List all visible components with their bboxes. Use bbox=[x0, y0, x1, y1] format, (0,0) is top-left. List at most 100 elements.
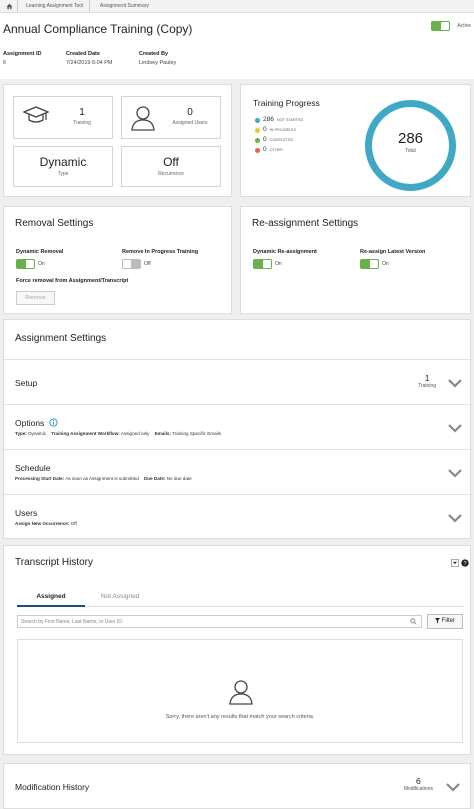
legend-dot bbox=[255, 137, 260, 143]
type-label: Type bbox=[57, 171, 69, 177]
schedule-summary: Processing Start Date: As soon as Assign… bbox=[15, 476, 192, 481]
reassignment-settings-card: Re-assignment Settings Dynamic Re-assign… bbox=[240, 206, 471, 314]
help-icon[interactable]: ? bbox=[461, 559, 469, 567]
legend-name: COMPLETED bbox=[269, 138, 294, 142]
training-progress-title: Training Progress bbox=[253, 98, 320, 108]
chevron-down-icon[interactable] bbox=[448, 423, 462, 433]
due-date-key: Due Date: bbox=[143, 476, 166, 481]
meta-key: Assignment ID bbox=[3, 51, 42, 57]
breadcrumb: Learning Assignment Tool Assignment Summ… bbox=[0, 0, 474, 13]
meta-key: Created Date bbox=[66, 51, 100, 57]
legend-name: NOT STARTED bbox=[276, 118, 304, 122]
breadcrumb-assignment-summary: Assignment Summary bbox=[100, 3, 149, 9]
meta-value: 7/24/2019 6:04 PM bbox=[66, 60, 113, 66]
modification-history-card[interactable]: Modification History 6 Modifications bbox=[3, 763, 471, 809]
dynamic-reassignment-label: Dynamic Re-assignment bbox=[253, 249, 317, 255]
removal-settings-card: Removal Settings Dynamic Removal On Remo… bbox=[3, 206, 232, 314]
assignment-settings-card: Assignment Settings Setup 1 Training Opt… bbox=[3, 319, 472, 539]
info-icon[interactable] bbox=[49, 418, 58, 427]
graduation-cap-icon bbox=[22, 106, 50, 123]
search-input[interactable] bbox=[17, 615, 422, 628]
reassign-latest-label: Re-assign Latest Version bbox=[360, 249, 426, 255]
emails-value: Training Specific Emails bbox=[172, 431, 221, 436]
accordion-setup[interactable]: Setup 1 Training bbox=[4, 359, 472, 404]
legend-dot bbox=[255, 147, 260, 153]
active-toggle[interactable] bbox=[431, 21, 450, 31]
legend-dot bbox=[255, 127, 260, 133]
due-date-value: No due date bbox=[166, 476, 192, 481]
svg-text:?: ? bbox=[463, 561, 466, 567]
remove-button[interactable]: Remove bbox=[16, 291, 55, 305]
modification-history-title: Modification History bbox=[15, 782, 90, 792]
search-icon[interactable] bbox=[410, 618, 417, 625]
type-value: Dynamic bbox=[28, 431, 47, 436]
assignment-header: Annual Compliance Training (Copy) Active… bbox=[0, 13, 474, 79]
meta-key: Created By bbox=[139, 51, 169, 57]
user-icon bbox=[131, 106, 155, 131]
dynamic-removal-label: Dynamic Removal bbox=[16, 249, 64, 255]
emails-key: Emails: bbox=[154, 431, 171, 436]
breadcrumb-home[interactable] bbox=[2, 0, 18, 12]
legend-dot bbox=[255, 117, 260, 123]
caret-down-icon[interactable] bbox=[451, 559, 459, 567]
modification-count-label: Modifications bbox=[403, 786, 433, 792]
active-label: Active bbox=[457, 23, 471, 29]
chevron-down-icon[interactable] bbox=[446, 782, 460, 792]
transcript-history-title: Transcript History bbox=[15, 557, 93, 568]
legend-item-not-started: 286 NOT STARTED bbox=[255, 115, 303, 125]
assigned-users-label: Assigned Users bbox=[172, 120, 208, 126]
toggle-state: On bbox=[382, 261, 389, 267]
empty-message: Sorry, there aren't any results that mat… bbox=[165, 714, 315, 720]
remove-in-progress-toggle[interactable]: Off bbox=[122, 259, 151, 269]
legend-item-in-progress: 0 IN PROGRESS bbox=[255, 125, 303, 135]
new-occurrence-value: Off bbox=[70, 521, 77, 526]
dynamic-removal-toggle[interactable]: On bbox=[16, 259, 45, 269]
filter-icon bbox=[434, 618, 440, 624]
chevron-down-icon[interactable] bbox=[448, 378, 462, 388]
new-occurrence-key: Assign New Occurrence: bbox=[15, 521, 70, 526]
user-icon bbox=[229, 680, 253, 705]
training-stat[interactable]: 1 Training bbox=[13, 96, 113, 139]
transcript-history-card: Transcript History ? Assigned Not Assign… bbox=[3, 545, 471, 755]
transcript-tabs: Assigned Not Assigned bbox=[17, 590, 464, 607]
setup-count-label: Training bbox=[418, 383, 436, 389]
legend-count: 0 bbox=[263, 146, 267, 153]
dynamic-reassignment-toggle[interactable]: On bbox=[253, 259, 282, 269]
progress-donut: 286 Total bbox=[365, 100, 456, 191]
legend-count: 286 bbox=[263, 116, 274, 123]
users-summary: Assign New Occurrence: Off bbox=[15, 521, 77, 526]
chevron-down-icon[interactable] bbox=[448, 468, 462, 478]
type-stat: Dynamic Type bbox=[13, 146, 113, 187]
legend-name: IN PROGRESS bbox=[269, 128, 296, 132]
options-title-text: Options bbox=[15, 418, 45, 428]
legend-count: 0 bbox=[263, 136, 267, 143]
reassignment-settings-title: Re-assignment Settings bbox=[252, 218, 359, 229]
legend-name: OTHER bbox=[269, 148, 283, 152]
tab-not-assigned[interactable]: Not Assigned bbox=[101, 593, 139, 600]
recurrence-value: Off bbox=[163, 155, 179, 169]
empty-results: Sorry, there aren't any results that mat… bbox=[17, 639, 463, 743]
legend-count: 0 bbox=[263, 126, 267, 133]
setup-title: Setup bbox=[15, 378, 38, 388]
type-key: Type: bbox=[15, 431, 27, 436]
training-count: 1 bbox=[79, 107, 85, 118]
accordion-schedule[interactable]: Schedule Processing Start Date: As soon … bbox=[4, 449, 472, 494]
tab-assigned[interactable]: Assigned bbox=[17, 593, 85, 607]
removal-settings-title: Removal Settings bbox=[15, 218, 94, 229]
home-icon bbox=[6, 3, 13, 10]
recurrence-stat: Off Recurrence bbox=[121, 146, 221, 187]
breadcrumb-learning-assignment-tool[interactable]: Learning Assignment Tool bbox=[20, 0, 91, 12]
start-date-key: Processing Start Date: bbox=[15, 476, 65, 481]
accordion-options[interactable]: Options Type: Dynamic Training Assignmen… bbox=[4, 404, 472, 449]
chevron-down-icon[interactable] bbox=[448, 513, 462, 523]
toggle-state: On bbox=[275, 261, 282, 267]
assigned-users-stat[interactable]: 0 Assigned Users bbox=[121, 96, 221, 139]
reassign-latest-toggle[interactable]: On bbox=[360, 259, 389, 269]
legend-item-other: 0 OTHER bbox=[255, 145, 303, 155]
page-title: Annual Compliance Training (Copy) bbox=[3, 22, 193, 36]
filter-button[interactable]: Filter bbox=[427, 614, 463, 629]
meta-created-date: Created Date 7/24/2019 6:04 PM bbox=[66, 51, 112, 66]
accordion-users[interactable]: Users Assign New Occurrence: Off bbox=[4, 494, 472, 539]
modification-count: 6 Modifications bbox=[404, 776, 433, 792]
training-label: Training bbox=[73, 120, 91, 126]
